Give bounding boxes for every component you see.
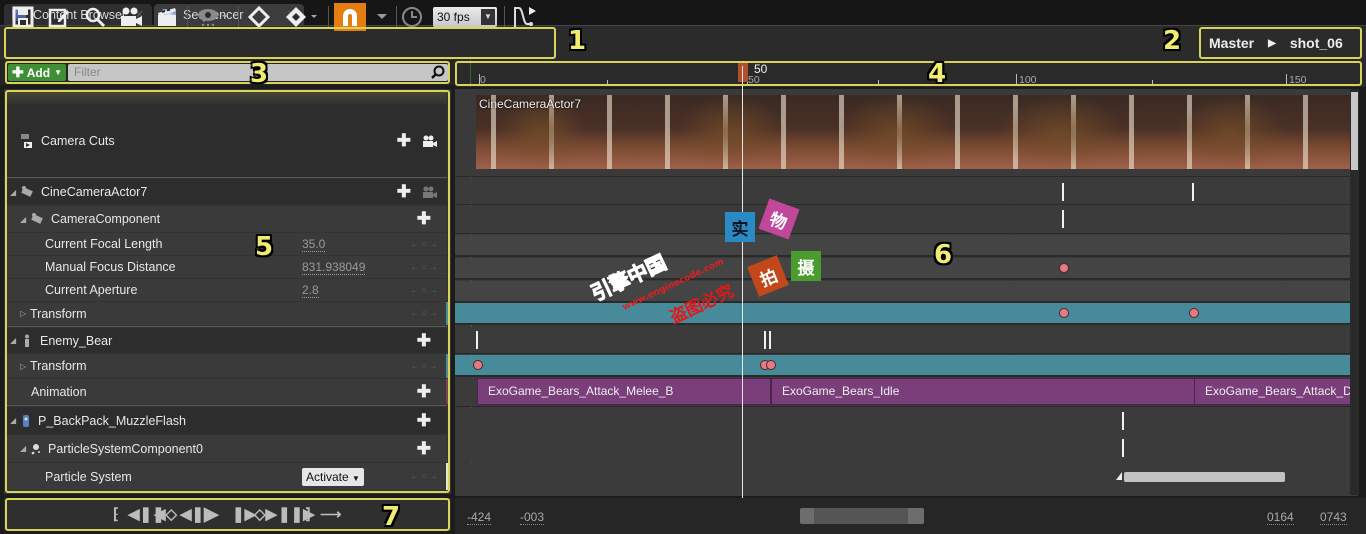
curve-editor-icon: [514, 7, 536, 27]
keyframe[interactable]: [1059, 263, 1069, 273]
timeline-row-transform-camera: [455, 303, 1358, 325]
eye-visibility-icon: [198, 9, 228, 27]
thumb-figure: [676, 95, 786, 169]
fps-value: 30 fps: [437, 10, 470, 24]
timeline-row-animation: ExoGame_Bears_Attack_Melee_B ExoGame_Bea…: [455, 377, 1358, 407]
keyframe[interactable]: [766, 360, 776, 370]
toolbar-separator: [396, 6, 397, 28]
callout-box-filter: [5, 61, 450, 84]
callout-number: 1: [568, 26, 587, 56]
view-start-field[interactable]: -424: [467, 510, 492, 525]
chevron-down-icon: ▼: [481, 9, 495, 25]
key-marker[interactable]: [764, 331, 766, 349]
keyframe[interactable]: [473, 360, 483, 370]
callout-number: 5: [255, 232, 274, 262]
timeline-row-muzzle: [455, 408, 1358, 435]
vertical-scroll-thumb[interactable]: [1351, 92, 1358, 170]
key-diamond-icon: [248, 6, 270, 28]
key-marker[interactable]: [769, 331, 771, 349]
callout-box-tree: [5, 90, 450, 493]
chevron-down-icon: [377, 14, 387, 19]
callout-number: 4: [928, 59, 947, 89]
keyframe[interactable]: [1059, 308, 1069, 318]
working-start-field[interactable]: -003: [520, 510, 545, 525]
camera-icon: [121, 7, 142, 26]
animation-clip[interactable]: ExoGame_Bears_Attack_Death: [1194, 378, 1358, 405]
timeline-row-cine-camera: [455, 178, 1358, 205]
view-end-field[interactable]: 0743: [1320, 510, 1347, 525]
activate-marker-icon: [1116, 472, 1122, 480]
callout-box-toolbar: [4, 27, 556, 59]
toolbar-separator: [238, 6, 239, 28]
timeline-row-focal-length: [455, 235, 1358, 257]
clapperboard-icon: [158, 8, 176, 26]
camera-shot-thumbnails[interactable]: CineCameraActor7: [476, 95, 1356, 169]
key-marker[interactable]: [1062, 183, 1064, 201]
animation-clip[interactable]: ExoGame_Bears_Attack_Melee_B: [477, 378, 771, 405]
working-end-field[interactable]: 0164: [1267, 510, 1294, 525]
sequencer-window: Content Browser ✕ Sequencer ✕: [0, 0, 1366, 534]
watermark-char: 摄: [791, 251, 821, 281]
thumb-figure: [836, 95, 956, 169]
toolbar-separator: [187, 6, 188, 28]
timeline-row-enemy-bear: [455, 327, 1358, 354]
callout-number: 3: [250, 59, 269, 89]
save-as-icon: [48, 8, 69, 28]
timeline-row-camera-component: [455, 206, 1358, 234]
save-icon: [12, 6, 34, 28]
callout-box-breadcrumb: [1199, 27, 1362, 59]
playhead[interactable]: [742, 66, 743, 498]
keyframe[interactable]: [1189, 308, 1199, 318]
callout-number: 7: [382, 502, 401, 532]
callout-box-ruler: [455, 61, 1362, 86]
callout-number: 2: [1163, 26, 1182, 56]
fps-select[interactable]: 30 fps ▼: [433, 7, 497, 27]
key-all-icon: [286, 7, 317, 27]
animation-clip[interactable]: ExoGame_Bears_Idle: [771, 378, 1195, 405]
scroll-thumb[interactable]: [814, 508, 908, 524]
key-marker[interactable]: [1122, 439, 1124, 457]
timeline-row-particle-system: [455, 463, 1358, 496]
key-marker[interactable]: [476, 331, 478, 349]
thumb-figure: [1176, 95, 1286, 169]
horizontal-scrollbar[interactable]: [800, 508, 924, 524]
snap-magnet-icon: [343, 9, 357, 26]
toolbar-separator: [504, 6, 505, 28]
timeline-row-transform-bear: [455, 355, 1358, 377]
key-marker[interactable]: [1192, 183, 1194, 201]
thumb-figure: [996, 95, 1126, 169]
find-icon: [85, 7, 106, 28]
timeline-row-particle-component: [455, 435, 1358, 462]
toolbar-separator: [328, 6, 329, 28]
timeline-row-camera-cuts: CineCameraActor7: [455, 89, 1358, 177]
clock-icon: [402, 7, 422, 27]
key-marker[interactable]: [1062, 210, 1064, 228]
callout-number: 6: [934, 240, 953, 270]
particle-active-bar[interactable]: [1124, 472, 1285, 482]
shot-label: CineCameraActor7: [479, 97, 582, 111]
watermark-char: 实: [725, 212, 755, 242]
key-marker[interactable]: [1122, 412, 1124, 430]
